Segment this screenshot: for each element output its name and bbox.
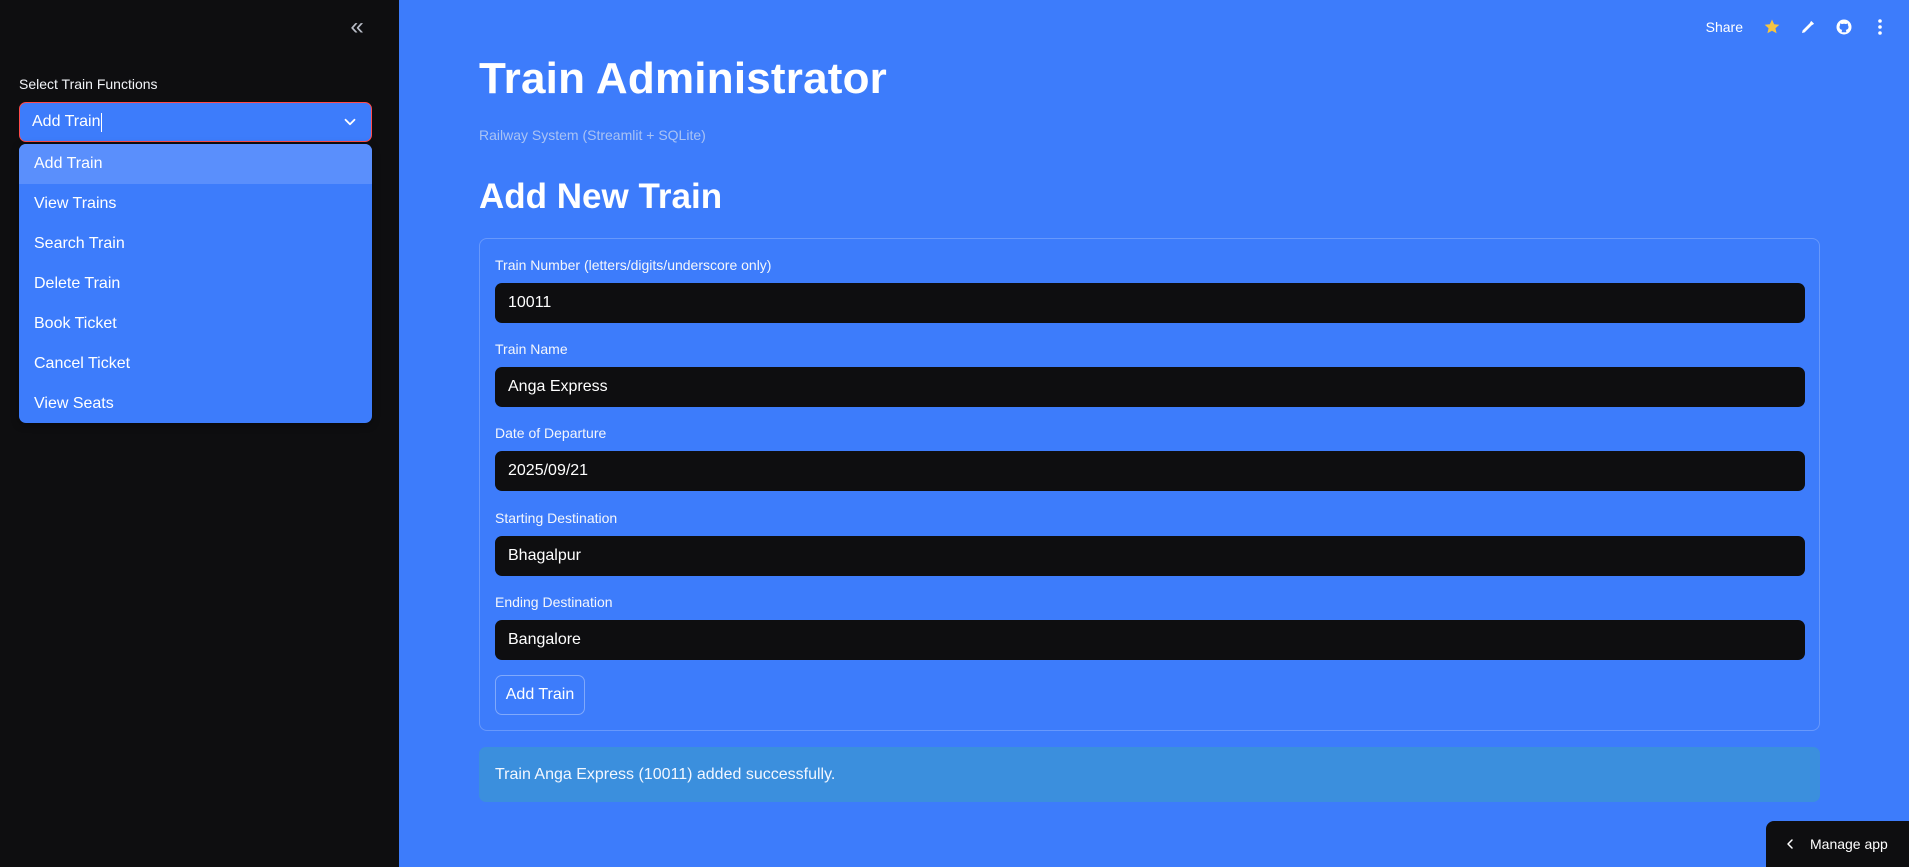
train-number-label: Train Number (letters/digits/underscore …: [495, 257, 772, 273]
success-message: Train Anga Express (10011) added success…: [495, 765, 836, 783]
train-number-input[interactable]: [495, 283, 1805, 323]
option-view-seats[interactable]: View Seats: [19, 384, 372, 423]
train-name-label: Train Name: [495, 341, 568, 357]
manage-app-button[interactable]: Manage app: [1766, 821, 1909, 867]
option-add-train[interactable]: Add Train: [19, 144, 372, 184]
option-cancel-ticket[interactable]: Cancel Ticket: [19, 344, 372, 384]
option-book-ticket[interactable]: Book Ticket: [19, 304, 372, 344]
ending-destination-label: Ending Destination: [495, 594, 613, 610]
departure-date-label: Date of Departure: [495, 425, 607, 441]
pencil-icon[interactable]: [1797, 16, 1819, 38]
departure-date-input[interactable]: [495, 451, 1805, 491]
starting-destination-label: Starting Destination: [495, 510, 618, 526]
manage-app-label: Manage app: [1810, 836, 1888, 852]
chevron-down-icon: [344, 118, 356, 126]
chevron-left-icon: [1787, 839, 1793, 849]
section-title: Add New Train: [479, 177, 723, 216]
top-toolbar: Share: [1706, 14, 1891, 40]
star-icon[interactable]: [1761, 16, 1783, 38]
share-button[interactable]: Share: [1706, 19, 1743, 35]
ending-destination-input[interactable]: [495, 620, 1805, 660]
option-search-train[interactable]: Search Train: [19, 224, 372, 264]
add-train-button[interactable]: Add Train: [495, 675, 585, 715]
add-train-form: Train Number (letters/digits/underscore …: [479, 238, 1820, 731]
functions-dropdown-menu: Add Train View Trains Search Train Delet…: [19, 144, 372, 423]
option-view-trains[interactable]: View Trains: [19, 184, 372, 224]
train-name-input[interactable]: [495, 367, 1805, 407]
select-current-value: Add Train: [32, 113, 101, 130]
collapse-sidebar-icon[interactable]: «: [343, 14, 371, 42]
success-alert: Train Anga Express (10011) added success…: [479, 747, 1820, 802]
page-title: Train Administrator: [479, 54, 888, 103]
github-icon[interactable]: [1833, 16, 1855, 38]
page-subtitle: Railway System (Streamlit + SQLite): [479, 127, 706, 143]
more-vertical-icon[interactable]: [1869, 16, 1891, 38]
sidebar: « Select Train Functions Add Train Add T…: [0, 0, 399, 867]
text-cursor: [101, 112, 103, 132]
starting-destination-input[interactable]: [495, 536, 1805, 576]
select-functions-label: Select Train Functions: [19, 76, 158, 92]
train-functions-select[interactable]: Add Train: [19, 102, 372, 142]
option-delete-train[interactable]: Delete Train: [19, 264, 372, 304]
